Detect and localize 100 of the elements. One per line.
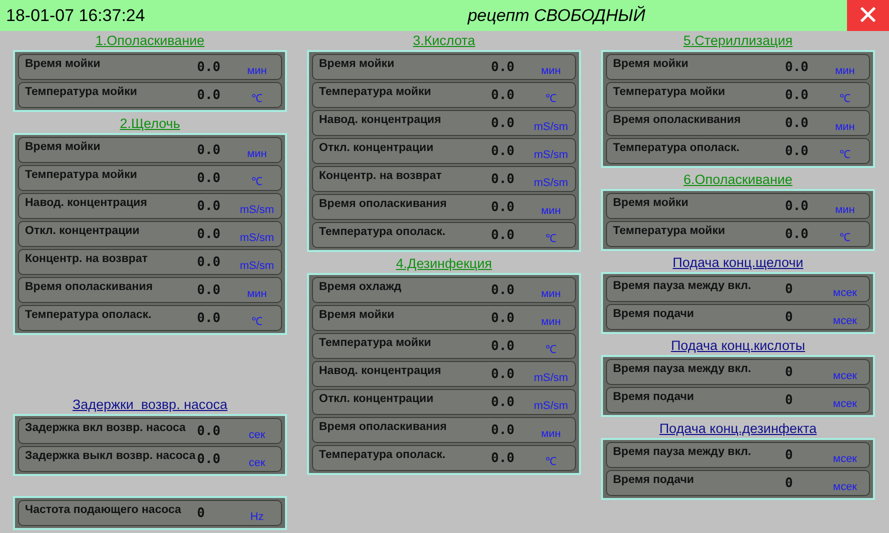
parameter-label: Концентр. на возврат [319,169,443,182]
parameter-value[interactable]: 0.0 [785,88,825,102]
unit-label: ℃ [838,231,852,246]
parameter-label: Откл. концентрации [319,141,434,154]
unit-label: мин [246,148,268,162]
parameter-value[interactable]: 0.0 [197,452,237,466]
unit-label: ℃ [838,148,852,163]
section-title[interactable]: 2.Щелочь [120,116,180,131]
parameter-value[interactable]: 0.0 [197,142,237,158]
unit-label: мин [540,288,562,302]
parameter-value[interactable]: 0.0 [491,450,531,466]
parameter-value[interactable]: 0.0 [785,144,825,158]
section-title[interactable]: 6.Ополаскивание [684,172,792,187]
parameter-value[interactable]: 0 [785,310,825,324]
parameter-value[interactable]: 0.0 [491,228,531,242]
parameter-label: Откл. концентрации [25,224,140,237]
parameter-value[interactable]: 0.0 [785,60,825,74]
parameter-label: Время охлажд [319,280,402,293]
parameter-label: Время мойки [25,140,102,153]
parameter-value[interactable]: 0.0 [491,338,531,354]
unit-label: мин [540,65,562,79]
unit-label: мсек [832,287,858,301]
parameter-value[interactable]: 0.0 [197,282,237,298]
parameter-value[interactable]: 0.0 [785,116,825,130]
parameter-label: Время подачи [613,390,695,403]
unit-label: мин [540,428,562,442]
parameter-label: Время мойки [319,57,396,70]
parameter-value[interactable]: 0.0 [197,254,237,270]
parameter-value[interactable]: 0.0 [491,116,531,130]
section-title[interactable]: 1.Ополаскивание [96,33,204,48]
parameter-value[interactable]: 0 [785,476,825,490]
parameter-value[interactable]: 0.0 [491,200,531,214]
close-button[interactable]: ✕ [847,0,889,31]
parameter-label: Время подачи [613,473,695,486]
parameter-label: Время пауза между вкл. [613,362,752,375]
parameter-label: Время пауза между вкл. [613,279,752,292]
parameter-value[interactable]: 0.0 [491,310,531,326]
unit-label: мсек [832,398,858,412]
unit-label: ℃ [250,315,264,330]
parameter-value[interactable]: 0 [785,448,825,462]
parameter-value[interactable]: 0.0 [197,226,237,242]
parameter-label: Температура мойки [25,85,138,98]
parameter-label: Задержка выкл возвр. насоса [25,449,196,462]
parameter-value[interactable]: 0.0 [491,172,531,186]
parameter-value[interactable]: 0.0 [491,422,531,438]
parameter-label: Навод. концентрация [319,113,442,126]
unit-label: ℃ [544,343,558,358]
parameter-value[interactable]: 0.0 [197,88,237,102]
parameter-label: Температура мойки [613,85,726,98]
unit-label: мин [246,65,268,79]
parameter-value[interactable]: 0 [785,282,825,296]
section-link[interactable]: Подача конц.кислоты [670,338,806,353]
section-link[interactable]: Подача конц.дезинфекта [659,421,817,436]
parameter-value[interactable]: 0.0 [197,310,237,326]
parameter-label: Температура мойки [319,85,432,98]
parameter-label: Навод. концентрация [319,364,442,377]
unit-label: мин [834,121,856,135]
parameter-value[interactable]: 0.0 [197,60,237,74]
unit-label: mS/sm [532,177,570,191]
parameter-value[interactable]: 0.0 [197,170,237,186]
parameter-label: Концентр. на возврат [25,252,149,265]
parameter-value[interactable]: 0.0 [491,366,531,382]
parameter-value[interactable]: 0.0 [491,144,531,158]
parameter-value[interactable]: 0.0 [491,60,531,74]
unit-label: ℃ [838,92,852,107]
unit-label: мин [246,288,268,302]
section-title[interactable]: 3.Кислота [412,33,476,48]
unit-label: мин [834,65,856,79]
unit-label: mS/sm [238,232,276,246]
section-title[interactable]: 4.Дезинфекция [396,256,492,271]
parameter-value[interactable]: 0.0 [197,424,237,438]
parameter-value[interactable]: 0.0 [785,198,825,214]
unit-label: ℃ [544,232,558,247]
parameter-label: Температура мойки [613,224,726,237]
parameter-value[interactable]: 0.0 [491,394,531,410]
parameter-value[interactable]: 0 [785,364,825,380]
unit-label: ℃ [544,455,558,470]
unit-label: мин [834,204,856,218]
parameter-label: Время мойки [25,57,102,70]
section-title[interactable]: 5.Стериллизация [683,33,793,48]
parameter-label: Время ополаскивания [25,280,154,293]
parameter-label: Время ополаскивания [319,197,448,210]
parameter-label: Время ополаскивания [613,113,742,126]
unit-label: mS/sm [238,260,276,274]
parameter-value[interactable]: 0 [785,392,825,408]
unit-label: мсек [832,453,858,467]
section-link[interactable]: Задержки возвр. насоса [72,397,228,412]
parameter-value[interactable]: 0.0 [491,88,531,102]
parameter-value[interactable]: 0.0 [785,226,825,242]
unit-label: мсек [832,370,858,384]
section-link[interactable]: Подача конц.щелочи [672,255,804,270]
parameter-value[interactable]: 0.0 [197,198,237,214]
parameter-label: Навод. концентрация [25,196,148,209]
parameter-label: Температура мойки [319,336,432,349]
parameter-label: Время подачи [613,307,695,320]
parameter-value[interactable]: 0.0 [491,282,531,298]
parameter-value[interactable]: 0 [197,506,237,520]
parameter-label: Температура ополаск. [319,225,446,238]
parameter-label: Время мойки [613,57,690,70]
parameter-label: Температура мойки [25,168,138,181]
